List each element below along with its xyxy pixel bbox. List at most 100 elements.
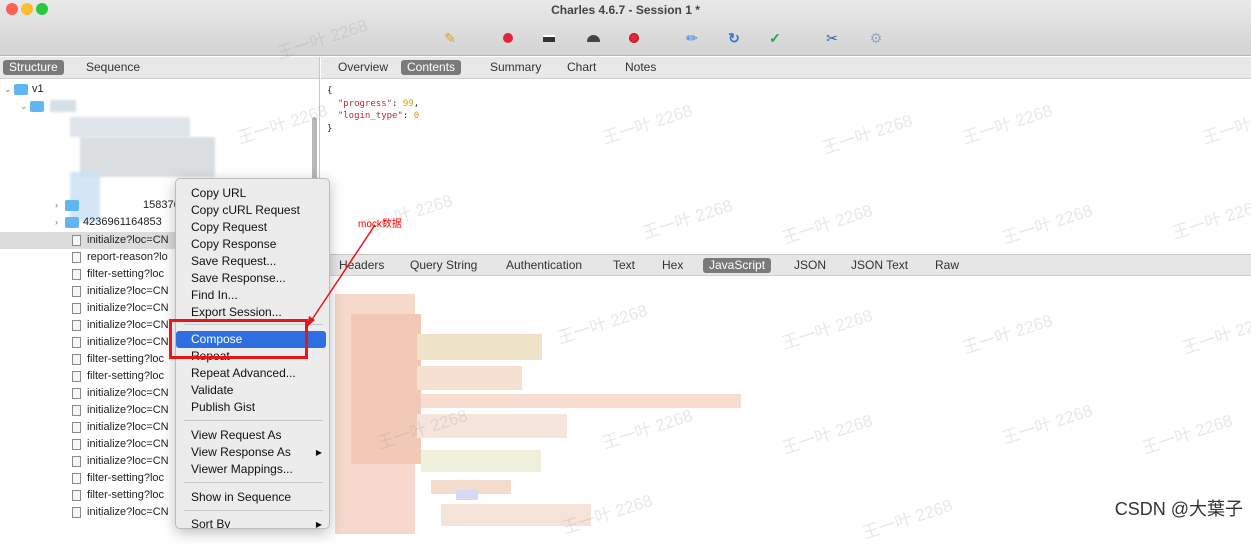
chevron-right-icon[interactable]: ›	[55, 214, 65, 231]
file-icon	[72, 319, 81, 331]
json-key: "login_type"	[337, 111, 403, 121]
request-label: initialize?loc=CN	[87, 285, 169, 297]
file-icon	[72, 285, 81, 297]
menu-copy-response[interactable]: Copy Response	[176, 236, 329, 253]
file-icon	[72, 506, 81, 518]
tab-authentication[interactable]: Authentication	[500, 258, 588, 273]
chevron-down-icon[interactable]: ⌄	[20, 98, 30, 115]
mosaic-block	[421, 450, 541, 472]
menu-validate[interactable]: Validate	[176, 382, 329, 399]
menu-copy-curl[interactable]: Copy cURL Request	[176, 202, 329, 219]
json-line: "login_type": 0	[337, 111, 420, 121]
settings-icon[interactable]: ⚙	[866, 28, 886, 48]
record-icon[interactable]	[498, 28, 518, 48]
tab-javascript[interactable]: JavaScript	[703, 258, 772, 273]
tab-overview[interactable]: Overview	[332, 60, 394, 75]
toolbar: ✎ ✏ ↻ ✓ ✂ ⚙	[0, 28, 1251, 50]
request-label: initialize?loc=CN	[87, 319, 169, 331]
compose-pen-icon[interactable]: ✏	[682, 28, 702, 48]
file-icon	[72, 370, 81, 382]
menu-divider	[184, 482, 323, 483]
annotation-highlight-box	[169, 319, 308, 359]
file-icon	[72, 438, 81, 450]
menu-save-request[interactable]: Save Request...	[176, 253, 329, 270]
submenu-arrow-icon: ▶	[315, 520, 322, 529]
menu-sort-by[interactable]: Sort By ▶	[176, 516, 329, 529]
json-line: "progress": 99,	[337, 98, 420, 109]
tree-folder-row[interactable]: ⌄	[20, 98, 48, 115]
file-icon	[72, 251, 81, 263]
tree-folder-row[interactable]: › 4236961164853	[55, 214, 162, 231]
request-label: initialize?loc=CN	[87, 234, 169, 246]
broom-icon[interactable]: ✎	[440, 28, 460, 48]
tab-summary[interactable]: Summary	[484, 60, 547, 75]
file-icon	[72, 489, 81, 501]
request-label: filter-setting?loc	[87, 353, 165, 365]
request-label: initialize?loc=CN	[87, 455, 169, 467]
menu-publish-gist[interactable]: Publish Gist	[176, 399, 329, 416]
file-icon	[72, 421, 81, 433]
file-icon	[72, 387, 81, 399]
tab-json-text[interactable]: JSON Text	[845, 258, 914, 273]
tree-folder-row[interactable]: › 158376	[55, 197, 180, 214]
blurred-host-region	[80, 137, 215, 177]
request-label: filter-setting?loc	[87, 489, 165, 501]
tab-chart[interactable]: Chart	[561, 60, 602, 75]
menu-divider	[184, 510, 323, 511]
mosaic-block	[417, 366, 522, 390]
tab-query-string[interactable]: Query String	[404, 258, 483, 273]
tab-notes[interactable]: Notes	[619, 60, 662, 75]
turtle-icon[interactable]	[583, 28, 603, 48]
validate-check-icon[interactable]: ✓	[765, 28, 785, 48]
chevron-down-icon[interactable]: ⌄	[4, 81, 14, 98]
tab-sequence[interactable]: Sequence	[80, 60, 146, 75]
json-close-brace: }	[327, 123, 333, 134]
menu-show-in-sequence[interactable]: Show in Sequence	[176, 489, 329, 506]
tree-folder-label: 4236961164853	[83, 216, 162, 228]
menu-find-in[interactable]: Find In...	[176, 287, 329, 304]
blurred-host-region	[50, 100, 76, 112]
menu-view-request-as[interactable]: View Request As	[176, 427, 329, 444]
menu-save-response[interactable]: Save Response...	[176, 270, 329, 287]
request-label: initialize?loc=CN	[87, 336, 169, 348]
json-value: 99	[402, 98, 414, 109]
tab-text[interactable]: Text	[607, 258, 641, 273]
tab-json[interactable]: JSON	[788, 258, 832, 273]
request-label: initialize?loc=CN	[87, 438, 169, 450]
request-label: initialize?loc=CN	[87, 506, 169, 518]
tab-headers[interactable]: Headers	[333, 258, 390, 273]
mosaic-block	[417, 414, 567, 438]
mosaic-block	[417, 334, 542, 360]
chevron-right-icon[interactable]: ›	[55, 197, 65, 214]
submenu-arrow-icon: ▶	[315, 448, 322, 457]
tab-contents[interactable]: Contents	[401, 60, 462, 75]
menu-viewer-mappings[interactable]: Viewer Mappings...	[176, 461, 329, 478]
menu-copy-url[interactable]: Copy URL	[176, 185, 329, 202]
tree-root-row[interactable]: ⌄ v1	[4, 81, 44, 98]
tab-hex[interactable]: Hex	[656, 258, 689, 273]
file-icon	[72, 268, 81, 280]
mosaic-block	[421, 394, 741, 408]
menu-repeat-advanced[interactable]: Repeat Advanced...	[176, 365, 329, 382]
tab-structure[interactable]: Structure	[3, 60, 64, 75]
menu-copy-request[interactable]: Copy Request	[176, 219, 329, 236]
request-label: report-reason?lo	[87, 251, 168, 263]
file-icon	[72, 234, 81, 246]
tree-root-label: v1	[32, 83, 44, 95]
file-icon	[72, 353, 81, 365]
json-key: "progress"	[337, 98, 393, 109]
annotation-label: mock数据	[358, 219, 402, 230]
breakpoint-icon[interactable]	[624, 28, 644, 48]
menu-view-response-as[interactable]: View Response As ▶	[176, 444, 329, 461]
tools-icon[interactable]: ✂	[822, 28, 842, 48]
file-icon	[72, 455, 81, 467]
file-icon	[72, 302, 81, 314]
tab-raw[interactable]: Raw	[929, 258, 965, 273]
menu-sort-by-label: Sort By	[191, 517, 231, 529]
tree-scrollbar[interactable]	[312, 117, 317, 187]
throttle-icon[interactable]	[539, 28, 559, 48]
folder-icon	[14, 83, 28, 95]
mosaic-block	[441, 504, 591, 526]
refresh-icon[interactable]: ↻	[724, 28, 744, 48]
folder-icon	[30, 100, 44, 112]
